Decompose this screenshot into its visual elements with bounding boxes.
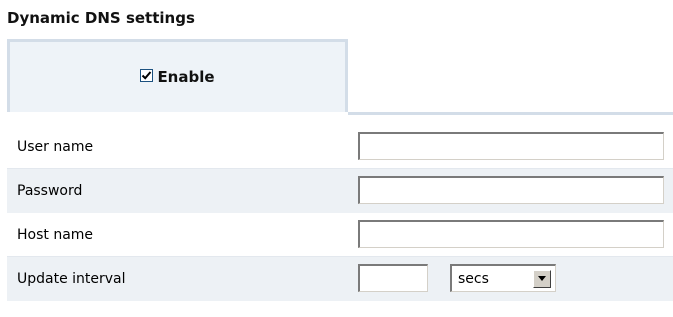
- tab-bar: Enable: [7, 39, 673, 115]
- enable-toggle[interactable]: Enable: [140, 68, 215, 86]
- update-interval-input[interactable]: [358, 264, 428, 292]
- enable-label: Enable: [157, 68, 215, 86]
- update-interval-label: Update interval: [17, 271, 126, 287]
- row-user-name: User name: [7, 125, 673, 169]
- row-update-interval: Update interval secs: [7, 257, 673, 301]
- user-name-label: User name: [17, 139, 94, 155]
- host-name-label: Host name: [17, 227, 94, 243]
- chevron-down-icon: [538, 276, 546, 281]
- row-host-name: Host name: [7, 213, 673, 257]
- user-name-input[interactable]: [358, 132, 664, 160]
- password-input[interactable]: [358, 176, 664, 204]
- host-name-input[interactable]: [358, 220, 664, 248]
- password-label: Password: [17, 183, 83, 199]
- interval-unit-value: secs: [458, 270, 489, 287]
- tab-divider: [348, 112, 673, 115]
- section-title: Dynamic DNS settings: [7, 9, 195, 27]
- interval-unit-select[interactable]: secs: [450, 264, 556, 292]
- tab-enable[interactable]: Enable: [7, 39, 348, 112]
- ddns-form: User name Password Host name Update inte…: [7, 125, 673, 301]
- checkmark-icon: [142, 70, 152, 80]
- row-password: Password: [7, 169, 673, 213]
- dropdown-button[interactable]: [533, 269, 551, 288]
- enable-checkbox[interactable]: [140, 68, 154, 82]
